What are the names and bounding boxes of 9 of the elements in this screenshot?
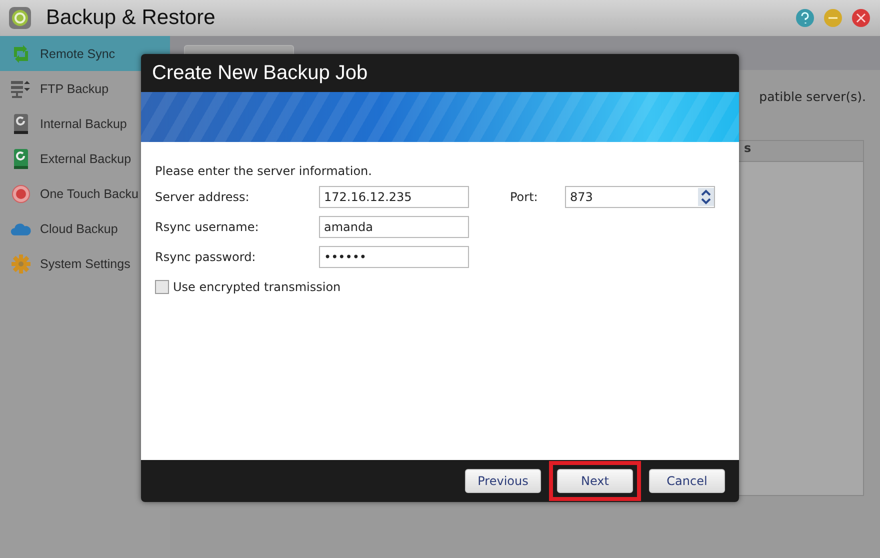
field-label: Port: <box>510 190 539 204</box>
description-text: patible server(s). <box>759 89 866 104</box>
field-label: Rsync password: <box>155 250 257 264</box>
column-header: s <box>738 141 863 162</box>
instruction-text: Please enter the server information. <box>155 164 373 180</box>
checkbox-label: Use encrypted transmission <box>173 280 341 294</box>
field-label: Rsync username: <box>155 220 260 234</box>
window-title: Backup & Restore <box>46 6 216 30</box>
field-label: Server address: <box>155 190 250 204</box>
